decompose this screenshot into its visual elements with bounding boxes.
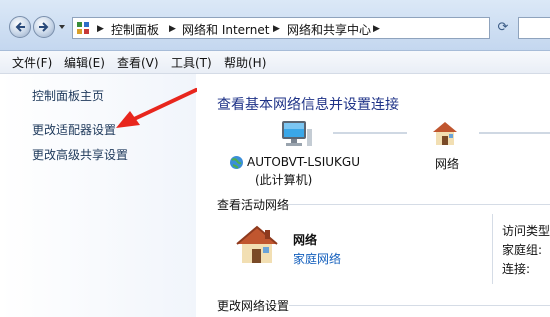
computer-name[interactable]: AUTOBVT-LSIUKGU	[247, 155, 360, 169]
divider	[492, 214, 493, 284]
control-panel-icon	[77, 22, 89, 34]
page-title: 查看基本网络信息并设置连接	[217, 97, 399, 113]
network-type-link[interactable]: 家庭网络	[293, 250, 341, 267]
history-dropdown-icon[interactable]	[58, 23, 66, 31]
access-type-label: 访问类型:	[502, 224, 550, 238]
house-icon[interactable]	[430, 118, 460, 148]
divider	[289, 305, 550, 306]
refresh-button[interactable]: ⟳	[494, 19, 512, 37]
control-panel-home-link[interactable]: 控制面板主页	[32, 87, 104, 104]
breadcrumb-separator[interactable]: ▶	[373, 24, 380, 34]
address-field[interactable]: ▶ 控制面板 ▶ 网络和 Internet ▶ 网络和共享中心 ▶	[72, 17, 490, 39]
connection-line	[333, 132, 407, 134]
forward-arrow-icon	[39, 22, 49, 32]
menu-bar: 文件(F) 编辑(E) 查看(V) 工具(T) 帮助(H)	[0, 51, 550, 74]
network-map-label[interactable]: 网络	[435, 155, 459, 172]
breadcrumb-separator[interactable]: ▶	[273, 24, 280, 34]
breadcrumb-separator[interactable]: ▶	[169, 24, 176, 34]
active-networks-heading: 查看活动网络	[217, 198, 290, 212]
main-content: 查看基本网络信息并设置连接 AUTOBVT-LSIUKGU (此计算机) 网络 …	[197, 74, 550, 317]
menu-file[interactable]: 文件(F)	[12, 54, 52, 71]
change-advanced-sharing-link[interactable]: 更改高级共享设置	[32, 146, 128, 163]
divider	[289, 204, 550, 205]
breadcrumb-network-sharing-center[interactable]: 网络和共享中心	[287, 21, 371, 38]
breadcrumb-control-panel[interactable]: 控制面板	[111, 21, 159, 38]
menu-view[interactable]: 查看(V)	[117, 54, 159, 71]
red-arrow-icon	[116, 88, 198, 128]
menu-tools[interactable]: 工具(T)	[171, 54, 212, 71]
back-arrow-icon	[15, 22, 25, 32]
house-icon	[236, 225, 278, 263]
menu-edit[interactable]: 编辑(E)	[64, 54, 105, 71]
address-bar-area: ▶ 控制面板 ▶ 网络和 Internet ▶ 网络和共享中心 ▶ ⟳	[0, 0, 550, 51]
back-button[interactable]	[9, 16, 31, 38]
breadcrumb-separator[interactable]: ▶	[97, 24, 104, 34]
connections-label: 连接:	[502, 262, 531, 276]
computer-icon[interactable]	[279, 119, 313, 149]
active-network-name: 网络	[293, 233, 318, 247]
connection-line	[479, 132, 550, 134]
change-adapter-settings-link[interactable]: 更改适配器设置	[32, 121, 116, 138]
breadcrumb-network-internet[interactable]: 网络和 Internet	[182, 21, 269, 38]
change-network-settings-heading: 更改网络设置	[217, 299, 290, 313]
computer-subtitle: (此计算机)	[255, 173, 313, 187]
globe-icon	[230, 156, 243, 169]
refresh-icon: ⟳	[497, 20, 509, 35]
menu-help[interactable]: 帮助(H)	[224, 54, 266, 71]
forward-button[interactable]	[33, 16, 55, 38]
search-input[interactable]	[518, 17, 550, 39]
homegroup-label: 家庭组:	[502, 243, 543, 257]
